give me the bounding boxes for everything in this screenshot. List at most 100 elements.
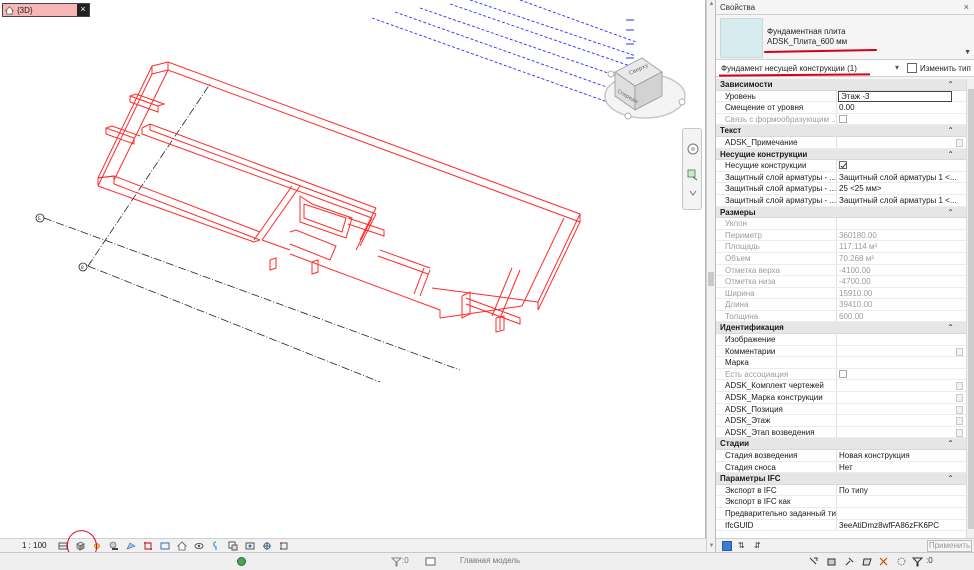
- view-cube[interactable]: Сверху Спереди: [604, 57, 686, 120]
- navigation-bar[interactable]: [682, 128, 702, 210]
- property-value: [837, 218, 966, 229]
- property-checkbox[interactable]: [839, 161, 847, 170]
- property-value[interactable]: [837, 160, 966, 171]
- status-bar: :0 Главная модель :0: [0, 552, 974, 570]
- edit-value-icon[interactable]: [956, 394, 963, 403]
- edit-value-icon[interactable]: [956, 347, 963, 356]
- property-group-header[interactable]: Размеры ⌃: [716, 206, 966, 219]
- categorize-icon[interactable]: [722, 541, 732, 551]
- type-selector[interactable]: Фундаментная плита ADSK_Плита_600 мм ▼: [716, 15, 974, 60]
- property-group-header[interactable]: Идентификация ⌃: [716, 322, 966, 335]
- property-value[interactable]: 25 <25 мм>: [837, 183, 966, 194]
- edit-value-icon[interactable]: [956, 417, 963, 426]
- render-icon[interactable]: [126, 541, 136, 551]
- temporary-view-properties-icon[interactable]: [228, 541, 238, 551]
- sort-desc-icon[interactable]: ⇵: [754, 541, 764, 551]
- highlight-displacement-icon[interactable]: [262, 541, 272, 551]
- select-pinned-icon[interactable]: [844, 556, 855, 567]
- shadows-icon[interactable]: [109, 541, 119, 551]
- properties-scroll-thumb[interactable]: [968, 89, 974, 529]
- property-value: -4700.00: [837, 276, 966, 287]
- collapse-group-icon[interactable]: ⌃: [947, 438, 954, 450]
- crop-view-icon[interactable]: [143, 541, 153, 551]
- steering-wheel-icon[interactable]: [687, 143, 699, 155]
- property-value[interactable]: 3eeAtiDmz8wfFA86zFK6PC: [837, 520, 966, 531]
- property-group-header[interactable]: Несущие конструкции ⌃: [716, 148, 966, 161]
- type-dropdown-icon[interactable]: ▼: [964, 49, 971, 56]
- property-value[interactable]: [837, 334, 966, 345]
- unlock-3d-view-icon[interactable]: [177, 540, 187, 551]
- view-scale[interactable]: 1 : 100: [22, 541, 58, 550]
- property-name: Защитный слой арматуры - ...: [716, 194, 837, 206]
- edit-type-button[interactable]: Изменить тип: [907, 61, 971, 75]
- filter-icon[interactable]: [912, 556, 923, 567]
- edit-value-icon[interactable]: [956, 405, 963, 414]
- property-value[interactable]: [837, 357, 966, 368]
- property-row: Предварительно заданный ти...: [716, 507, 966, 520]
- detail-level-icon[interactable]: [58, 541, 68, 551]
- chevron-down-icon[interactable]: ▾: [895, 63, 899, 72]
- close-properties-button[interactable]: ×: [964, 0, 969, 15]
- edit-value-icon[interactable]: [956, 428, 963, 437]
- property-group-header[interactable]: Текст ⌃: [716, 125, 966, 137]
- property-value[interactable]: [837, 346, 966, 357]
- collapse-group-icon[interactable]: ⌃: [947, 473, 954, 485]
- apply-button[interactable]: Применить: [927, 540, 972, 552]
- scroll-up-icon[interactable]: ▲: [708, 1, 715, 9]
- model-drawing[interactable]: Б В Сверху Спереди: [0, 0, 706, 552]
- property-value[interactable]: Защитный слой арматуры 1 <...: [837, 195, 966, 206]
- collapse-group-icon[interactable]: ⌃: [947, 149, 954, 161]
- property-value[interactable]: [837, 415, 966, 426]
- drag-elements-icon[interactable]: [878, 556, 889, 567]
- collapse-group-icon[interactable]: ⌃: [947, 322, 954, 334]
- property-group-header[interactable]: Стадии ⌃: [716, 438, 966, 450]
- property-group-header[interactable]: Зависимости ⌃: [716, 79, 966, 91]
- edit-value-icon[interactable]: [956, 138, 963, 147]
- collapse-group-icon[interactable]: ⌃: [947, 125, 954, 137]
- instance-filter-label[interactable]: Фундамент несущей конструкции (1): [721, 64, 857, 73]
- show-crop-region-icon[interactable]: [160, 541, 170, 551]
- reveal-hidden-icon[interactable]: [211, 540, 221, 551]
- temporary-hide-icon[interactable]: [194, 541, 204, 551]
- property-value[interactable]: [837, 392, 966, 403]
- property-value[interactable]: [837, 137, 966, 148]
- properties-scrollbar[interactable]: [966, 79, 974, 538]
- zoom-dropdown-icon[interactable]: [687, 187, 699, 199]
- instance-filter[interactable]: Фундамент несущей конструкции (1) ▾ Изме…: [716, 60, 974, 77]
- visual-style-icon[interactable]: [75, 541, 85, 551]
- property-value[interactable]: Этаж -3: [838, 90, 952, 102]
- background-process-icon[interactable]: [896, 556, 907, 567]
- property-value[interactable]: [837, 508, 966, 519]
- sort-asc-icon[interactable]: ⇅: [738, 541, 748, 551]
- worksharing-display-icon[interactable]: [245, 541, 255, 551]
- collapse-group-icon[interactable]: ⌃: [947, 207, 954, 219]
- property-value[interactable]: По типу: [837, 485, 966, 496]
- zoom-icon[interactable]: [687, 169, 699, 181]
- select-underlay-icon[interactable]: [826, 556, 837, 567]
- sun-path-icon[interactable]: [92, 541, 102, 551]
- select-by-face-icon[interactable]: [862, 556, 873, 567]
- 3d-view-canvas[interactable]: Б В Сверху Спереди {3D} × 1: 100: [0, 0, 706, 567]
- collapse-group-icon[interactable]: ⌃: [947, 79, 954, 91]
- property-value[interactable]: [837, 404, 966, 415]
- selection-filter-icon[interactable]: [391, 556, 402, 567]
- property-value[interactable]: 0.00: [837, 102, 966, 113]
- property-value[interactable]: Защитный слой арматуры 1 <...: [837, 172, 966, 183]
- worksets-icon[interactable]: [236, 556, 247, 567]
- edit-value-icon[interactable]: [956, 382, 963, 391]
- reveal-constraints-icon[interactable]: [279, 541, 289, 551]
- property-group-header[interactable]: Параметры IFC ⌃: [716, 473, 966, 485]
- close-tab-button[interactable]: ×: [77, 4, 89, 16]
- property-value[interactable]: Новая конструкция: [837, 450, 966, 461]
- property-value[interactable]: [837, 496, 966, 507]
- property-value[interactable]: Нет: [837, 462, 966, 473]
- view-tab-3d[interactable]: {3D} ×: [2, 3, 90, 17]
- scroll-down-icon[interactable]: ▼: [708, 543, 715, 551]
- view-vertical-scrollbar[interactable]: ▲ ▼: [706, 0, 715, 552]
- select-links-icon[interactable]: [808, 556, 819, 567]
- property-value[interactable]: [837, 380, 966, 391]
- properties-title-bar[interactable]: Свойства ×: [716, 0, 974, 15]
- active-model[interactable]: Главная модель: [460, 556, 520, 565]
- property-value[interactable]: [837, 427, 966, 438]
- scroll-thumb[interactable]: [708, 272, 714, 286]
